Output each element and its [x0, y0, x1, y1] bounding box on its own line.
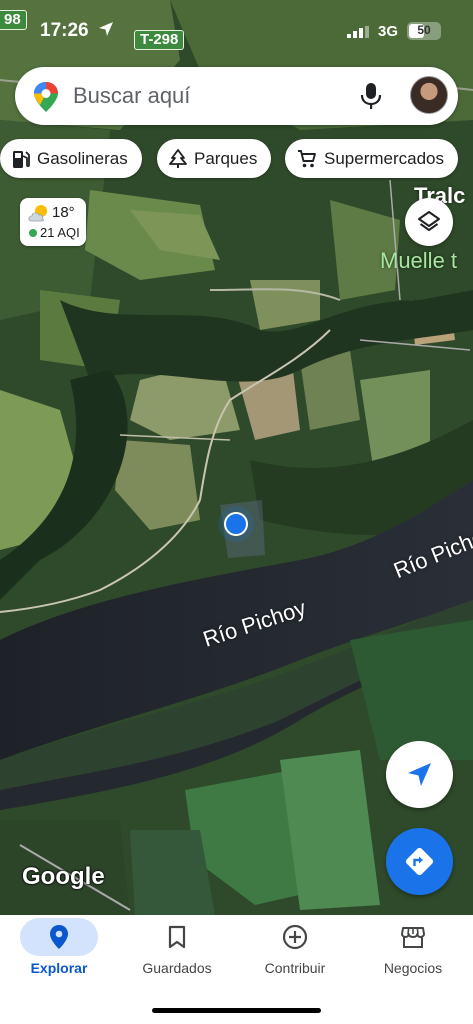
- tab-label: Contribuir: [264, 960, 326, 976]
- current-location-dot: [224, 512, 248, 536]
- storefront-icon: [401, 927, 425, 948]
- cart-icon: [298, 149, 316, 167]
- layers-button[interactable]: [405, 198, 453, 246]
- gas-station-icon: [13, 150, 30, 168]
- chip-label: Gasolineras: [37, 148, 128, 168]
- chip-parks[interactable]: Parques: [157, 139, 272, 178]
- layers-icon: [418, 211, 440, 231]
- add-circle-icon: [282, 924, 308, 950]
- search-input[interactable]: Buscar aquí: [73, 83, 190, 109]
- signal-icon: [347, 26, 369, 38]
- chip-label: Parques: [194, 148, 258, 168]
- weather-temp: 18°: [52, 204, 75, 221]
- tab-business[interactable]: Negocios: [354, 915, 472, 985]
- aqi-indicator: [29, 229, 37, 237]
- navigation-arrow-icon: [408, 763, 431, 786]
- network-type: 3G: [378, 23, 399, 40]
- tab-explore[interactable]: Explorar: [0, 915, 118, 985]
- tab-saved[interactable]: Guardados: [118, 915, 236, 985]
- chip-gas-stations[interactable]: Gasolineras: [0, 139, 142, 178]
- google-attribution: Google: [22, 863, 105, 890]
- tab-label: Explorar: [30, 960, 88, 976]
- maps-pin-icon: [34, 82, 58, 112]
- mic-icon[interactable]: [360, 82, 382, 110]
- weather-aqi: 21 AQI: [40, 225, 80, 240]
- weather-widget[interactable]: 18° 21 AQI: [20, 198, 86, 246]
- location-arrow-icon: [99, 22, 113, 36]
- tab-label: Negocios: [383, 960, 443, 976]
- chip-supermarkets[interactable]: Supermercados: [285, 139, 459, 178]
- bookmark-icon: [168, 925, 186, 949]
- battery-icon: 50: [407, 22, 441, 40]
- chip-label: Supermercados: [324, 148, 445, 168]
- battery-percent: 50: [417, 23, 431, 37]
- tab-contribute[interactable]: Contribuir: [236, 915, 354, 985]
- my-location-button[interactable]: [386, 741, 453, 808]
- status-time: 17:26: [40, 20, 89, 41]
- directions-button[interactable]: [386, 828, 453, 895]
- partly-cloudy-icon: [28, 205, 47, 222]
- home-indicator[interactable]: [152, 1008, 321, 1013]
- avatar[interactable]: [410, 76, 448, 114]
- status-bar: 17:26 3G 50: [0, 0, 473, 60]
- directions-icon: [405, 847, 434, 876]
- place-label-muelle: Muelle t: [380, 248, 458, 273]
- explore-pin-icon: [50, 925, 68, 949]
- search-bar[interactable]: Buscar aquí: [15, 67, 458, 125]
- tree-icon: [169, 148, 187, 168]
- tab-label: Guardados: [142, 960, 212, 976]
